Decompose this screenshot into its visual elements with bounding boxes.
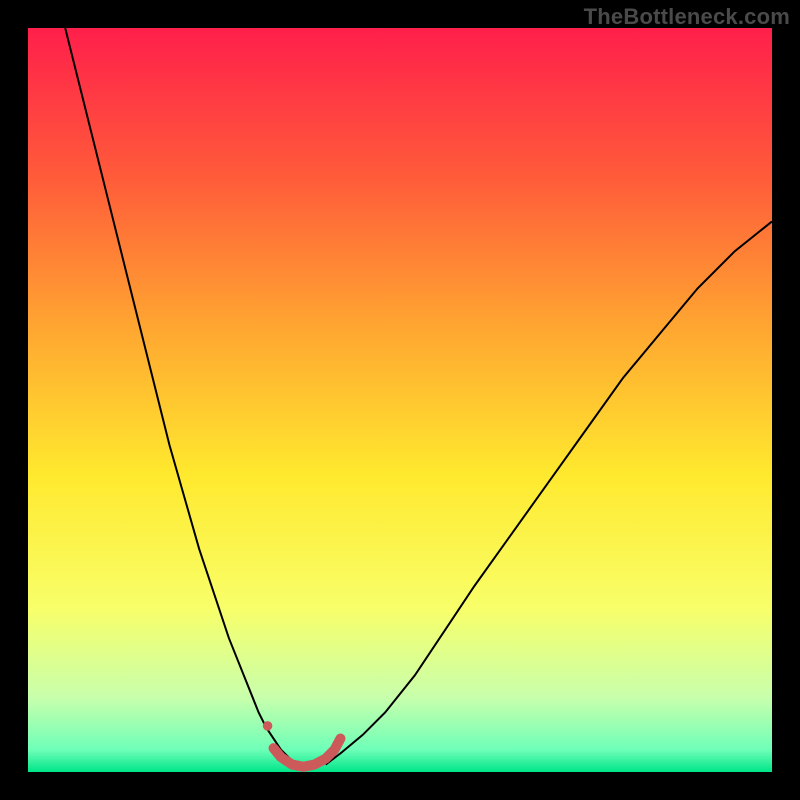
marker-dot	[263, 721, 273, 731]
watermark-text: TheBottleneck.com	[584, 4, 790, 30]
chart-svg	[28, 28, 772, 772]
chart-background	[28, 28, 772, 772]
chart-plot-area	[28, 28, 772, 772]
chart-frame: TheBottleneck.com	[0, 0, 800, 800]
